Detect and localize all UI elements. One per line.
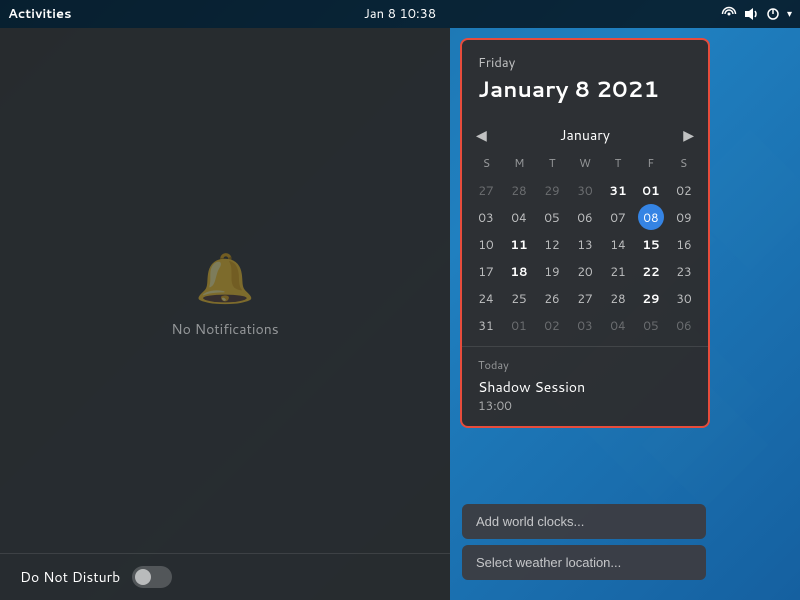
event-time: 13:00 xyxy=(478,397,692,414)
cal-day[interactable]: 04 xyxy=(605,312,631,338)
select-weather-location-button[interactable]: Select weather location... xyxy=(462,545,706,580)
do-not-disturb-row: Do Not Disturb xyxy=(0,553,450,600)
cal-day[interactable]: 11 xyxy=(506,231,532,257)
weekday-f: F xyxy=(634,153,667,173)
cal-day[interactable]: 16 xyxy=(671,231,697,257)
cal-day[interactable]: 04 xyxy=(506,204,532,230)
cal-day[interactable]: 24 xyxy=(473,285,499,311)
cal-day[interactable]: 02 xyxy=(539,312,565,338)
calendar-panel: Friday January 8 2021 ◀ January ▶ S M T … xyxy=(460,38,710,428)
power-menu-arrow[interactable]: ▾ xyxy=(787,7,792,21)
cal-day[interactable]: 25 xyxy=(506,285,532,311)
cal-day[interactable]: 28 xyxy=(605,285,631,311)
calendar-day-label: Friday xyxy=(478,54,692,72)
topbar: Activities Jan 8 10:38 ▾ xyxy=(0,0,800,28)
cal-day[interactable]: 21 xyxy=(605,258,631,284)
weekday-s2: S xyxy=(667,153,700,173)
datetime-display: Jan 8 10:38 xyxy=(364,5,436,23)
add-world-clocks-button[interactable]: Add world clocks... xyxy=(462,504,706,539)
toggle-thumb xyxy=(135,569,151,585)
cal-day[interactable]: 05 xyxy=(539,204,565,230)
notification-area: 🔔 No Notifications xyxy=(0,28,450,553)
weekday-s1: S xyxy=(470,153,503,173)
cal-day[interactable]: 01 xyxy=(638,177,664,203)
cal-day[interactable]: 03 xyxy=(473,204,499,230)
weekday-m: M xyxy=(503,153,536,173)
cal-day[interactable]: 28 xyxy=(506,177,532,203)
cal-day[interactable]: 05 xyxy=(638,312,664,338)
cal-day[interactable]: 31 xyxy=(605,177,631,203)
cal-day[interactable]: 30 xyxy=(671,285,697,311)
topbar-right-icons: ▾ xyxy=(721,6,792,22)
event-title: Shadow Session xyxy=(478,377,692,397)
cal-day[interactable]: 20 xyxy=(572,258,598,284)
bottom-buttons: Add world clocks... Select weather locat… xyxy=(462,504,706,580)
cal-day[interactable]: 29 xyxy=(539,177,565,203)
no-notifications-text: No Notifications xyxy=(171,319,278,339)
cal-day[interactable]: 27 xyxy=(572,285,598,311)
cal-day[interactable]: 10 xyxy=(473,231,499,257)
calendar-header: Friday January 8 2021 xyxy=(462,40,708,117)
cal-day[interactable]: 06 xyxy=(572,204,598,230)
cal-day[interactable]: 12 xyxy=(539,231,565,257)
cal-day[interactable]: 03 xyxy=(572,312,598,338)
weekday-w: W xyxy=(569,153,602,173)
cal-day[interactable]: 15 xyxy=(638,231,664,257)
cal-day[interactable]: 29 xyxy=(638,285,664,311)
calendar-full-date: January 8 2021 xyxy=(478,74,692,105)
activities-label[interactable]: Activities xyxy=(8,5,72,23)
calendar-weekdays: S M T W T F S xyxy=(470,153,700,173)
cal-day[interactable]: 31 xyxy=(473,312,499,338)
cal-day[interactable]: 18 xyxy=(506,258,532,284)
network-icon[interactable] xyxy=(721,6,737,22)
cal-day[interactable]: 14 xyxy=(605,231,631,257)
calendar-grid: S M T W T F S 27 28 29 30 31 01 02 03 04… xyxy=(462,153,708,346)
calendar-month-label: January xyxy=(560,125,610,145)
cal-day[interactable]: 26 xyxy=(539,285,565,311)
cal-day[interactable]: 09 xyxy=(671,204,697,230)
cal-day[interactable]: 23 xyxy=(671,258,697,284)
prev-month-btn[interactable]: ◀ xyxy=(470,123,493,147)
cal-day-today[interactable]: 08 xyxy=(638,204,664,230)
cal-day[interactable]: 01 xyxy=(506,312,532,338)
power-icon[interactable] xyxy=(765,6,781,22)
cal-day[interactable]: 27 xyxy=(473,177,499,203)
cal-day[interactable]: 02 xyxy=(671,177,697,203)
events-section: Today Shadow Session 13:00 xyxy=(462,346,708,426)
cal-day[interactable]: 22 xyxy=(638,258,664,284)
events-date-label: Today xyxy=(478,357,692,373)
cal-day[interactable]: 17 xyxy=(473,258,499,284)
cal-day[interactable]: 06 xyxy=(671,312,697,338)
weekday-t2: T xyxy=(601,153,634,173)
cal-day[interactable]: 19 xyxy=(539,258,565,284)
dnd-toggle[interactable] xyxy=(132,566,172,588)
calendar-days: 27 28 29 30 31 01 02 03 04 05 06 07 08 0… xyxy=(470,177,700,338)
weekday-t1: T xyxy=(536,153,569,173)
calendar-nav: ◀ January ▶ xyxy=(462,117,708,153)
panel-arrow xyxy=(577,38,593,40)
cal-day[interactable]: 07 xyxy=(605,204,631,230)
volume-icon[interactable] xyxy=(743,6,759,22)
dnd-label: Do Not Disturb xyxy=(20,567,120,587)
notification-panel: 🔔 No Notifications Do Not Disturb xyxy=(0,28,450,600)
cal-day[interactable]: 30 xyxy=(572,177,598,203)
cal-day[interactable]: 13 xyxy=(572,231,598,257)
bell-icon: 🔔 xyxy=(195,243,255,311)
next-month-btn[interactable]: ▶ xyxy=(677,123,700,147)
